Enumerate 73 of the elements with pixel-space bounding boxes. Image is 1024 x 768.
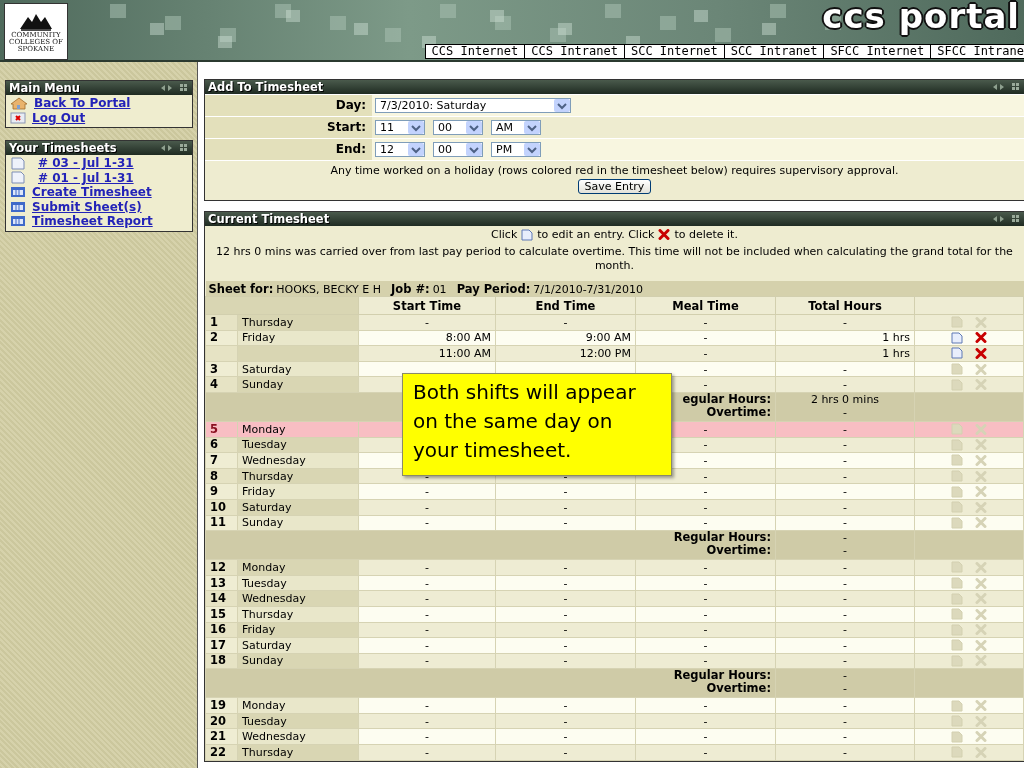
caret-icon[interactable]	[408, 143, 424, 156]
panel-controls-icon[interactable]	[992, 82, 1022, 92]
panel-controls-icon[interactable]	[160, 83, 190, 93]
caret-icon[interactable]	[408, 121, 424, 134]
dropdown[interactable]: 00	[433, 120, 483, 135]
dropdown[interactable]: 7/3/2010: Saturday	[375, 98, 571, 113]
site-link[interactable]: SFCC Internet	[823, 44, 932, 59]
caret-icon[interactable]	[466, 143, 482, 156]
field-label: End:	[205, 139, 372, 160]
dropdown[interactable]: 00	[433, 142, 483, 157]
panel-title: Your Timesheets	[9, 141, 117, 155]
table-icon	[10, 186, 26, 199]
subtotal-values: - -	[775, 530, 915, 560]
panel-title: Current Timesheet	[208, 212, 330, 226]
info-label: Pay Period:	[456, 281, 531, 296]
caret-icon[interactable]	[554, 99, 570, 112]
edit-icon[interactable]	[951, 347, 963, 360]
column-header: End Time	[495, 296, 636, 315]
subtotal-values: 2 hrs 0 mins -	[775, 392, 915, 422]
document-icon	[10, 171, 26, 185]
info-value: 7/1/2010-7/31/2010	[533, 282, 643, 296]
menu-link[interactable]: Back To Portal	[34, 96, 131, 111]
info-value: HOOKS, BECKY E H	[276, 282, 381, 296]
logout-icon	[10, 111, 26, 124]
table-icon	[10, 200, 26, 213]
menu-link[interactable]: # 03 - Jul 1-31	[38, 156, 134, 171]
site-link[interactable]: CCS Intranet	[524, 44, 625, 59]
menu-link[interactable]: # 01 - Jul 1-31	[38, 170, 134, 185]
menu-link[interactable]: Log Out	[32, 110, 86, 125]
site-link[interactable]: SCC Intranet	[723, 44, 825, 59]
menu-link[interactable]: Submit Sheet(s)	[32, 199, 142, 214]
subtotal-labels: Regular Hours: Overtime:	[205, 668, 776, 698]
carryover-note: 12 hrs 0 mins was carried over from last pay period to calculate overtime. This time will not be included when calculating the grand total for the month.	[215, 245, 1014, 273]
info-value: 01	[432, 282, 447, 296]
panel-controls-icon[interactable]	[160, 143, 190, 153]
holiday-note: Any time worked on a holiday (rows colored red in the timesheet below) requires supervisory approval.	[205, 160, 1024, 177]
caret-icon[interactable]	[466, 121, 482, 134]
site-link[interactable]: CCS Internet	[424, 44, 526, 59]
dropdown[interactable]: 12	[375, 142, 425, 157]
delete-icon[interactable]	[658, 229, 671, 240]
panel-title: Main Menu	[9, 81, 80, 95]
site-link[interactable]: SFCC Intrane	[930, 44, 1024, 59]
hint-text: Click	[491, 228, 518, 241]
subtotal-labels: Regular Hours: Overtime:	[205, 530, 776, 560]
subtotal-values: - -	[775, 668, 915, 698]
column-header: Total Hours	[775, 296, 915, 315]
column-header: Start Time	[358, 296, 496, 315]
site-link[interactable]: SCC Internet	[623, 44, 725, 59]
field-label: Start:	[205, 117, 372, 138]
dropdown[interactable]: 11	[375, 120, 425, 135]
caret-icon[interactable]	[524, 143, 540, 156]
panel-title: Add To Timesheet	[208, 80, 324, 94]
edit-icon[interactable]	[951, 331, 963, 344]
field-label: Day:	[205, 95, 372, 116]
caret-icon[interactable]	[524, 121, 540, 134]
dropdown[interactable]: AM	[491, 120, 541, 135]
table-icon	[10, 215, 26, 228]
menu-link[interactable]: Create Timesheet	[32, 185, 152, 200]
dropdown[interactable]: PM	[491, 142, 541, 157]
house-icon	[10, 96, 28, 110]
save-entry-button[interactable]: Save Entry	[577, 179, 652, 194]
column-header: Meal Time	[635, 296, 776, 315]
callout-note: Both shifts will appear on the same day on your timesheet.	[402, 373, 672, 476]
delete-icon[interactable]	[975, 332, 987, 344]
delete-icon[interactable]	[975, 348, 987, 359]
info-label: Sheet for:	[208, 281, 274, 296]
panel-controls-icon[interactable]	[992, 214, 1022, 224]
menu-link[interactable]: Timesheet Report	[32, 214, 153, 229]
hint-text: to edit an entry. Click	[537, 228, 655, 241]
info-label: Job #:	[390, 281, 430, 296]
portal-title: ccs portal	[822, 0, 1020, 36]
hint-text: to delete it.	[674, 228, 738, 241]
edit-icon[interactable]	[521, 228, 534, 241]
